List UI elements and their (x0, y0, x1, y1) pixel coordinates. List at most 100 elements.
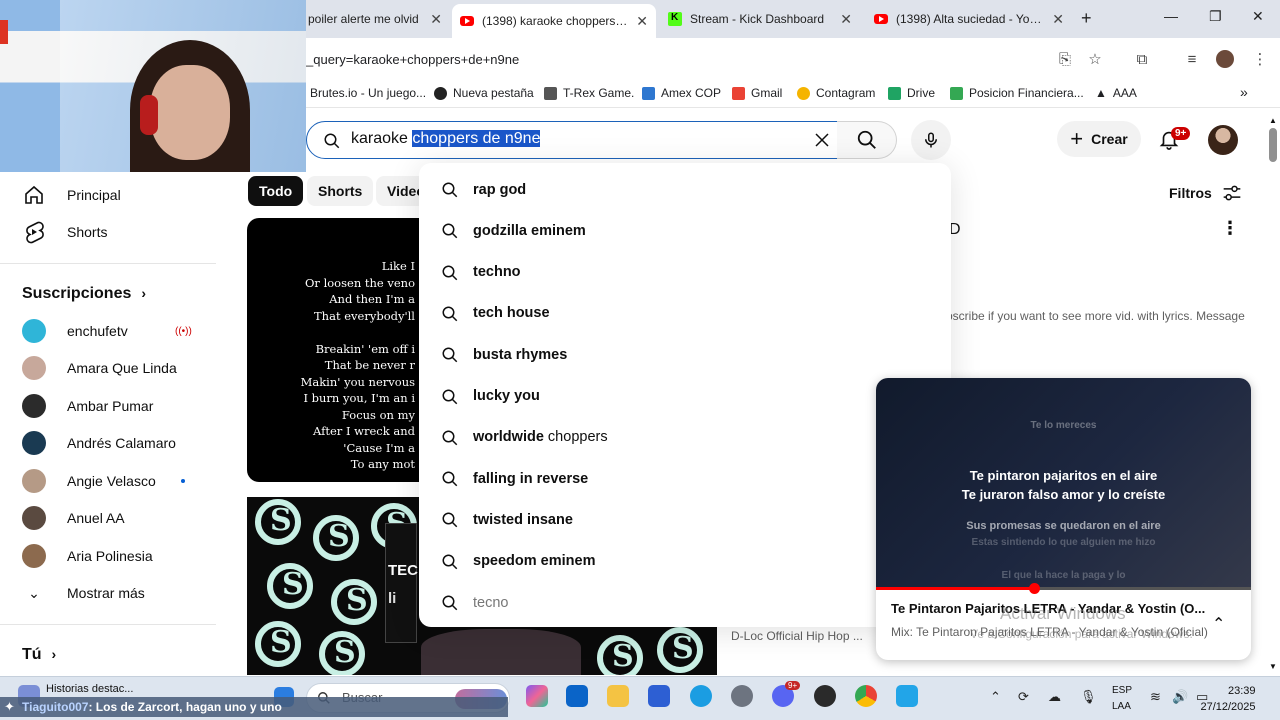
bookmark-item[interactable]: ▲ AAA (1095, 86, 1137, 100)
wifi-icon[interactable]: ≋ (1150, 689, 1161, 705)
sidebar-subscription[interactable]: enchufetv ((•)) (0, 313, 216, 349)
browser-tab-2[interactable]: (1398) karaoke choppers de ✕ (452, 4, 656, 38)
search-suggestion[interactable]: busta rhymes (419, 334, 951, 375)
you-heading[interactable]: Tú › (22, 646, 56, 664)
store-icon[interactable] (648, 685, 670, 707)
bookmark-item[interactable]: Contagram (797, 86, 875, 100)
extensions-icon[interactable]: ⧉ (1133, 50, 1151, 68)
scrollbar-thumb[interactable] (1269, 128, 1277, 162)
sidebar-subscription[interactable]: Angie Velasco (0, 463, 216, 499)
suggestion-light: tecno (473, 594, 509, 611)
clear-search-icon[interactable] (813, 131, 831, 149)
search-suggestion[interactable]: godzilla eminem (419, 210, 951, 251)
close-icon[interactable]: ✕ (840, 11, 852, 28)
url-field[interactable]: _query=karaoke+choppers+de+n9ne (306, 52, 519, 67)
channel-name-fragment[interactable]: D-Loc Official Hip Hop ... (731, 629, 863, 643)
sidebar-item-home[interactable]: Principal (0, 177, 216, 213)
sidebar-subscription[interactable]: Ambar Pumar (0, 388, 216, 424)
bookmark-item[interactable]: Gmail (732, 86, 782, 100)
edge-icon[interactable] (690, 685, 712, 707)
bookmark-star-icon[interactable]: ☆ (1086, 50, 1104, 68)
close-icon[interactable]: ✕ (636, 13, 648, 30)
language-indicator[interactable]: ESP LAA (1112, 683, 1132, 715)
more-actions-icon[interactable]: ⋮ (1221, 218, 1239, 239)
bookmark-item[interactable]: Nueva pestaña (434, 86, 534, 100)
sidebar-subscription[interactable]: Anuel AA (0, 500, 216, 536)
bookmark-item[interactable]: Amex COP (642, 86, 721, 100)
chip-video[interactable]: Video (376, 176, 420, 206)
windows-activation-watermark: Ve a Configuración para activar Windows. (970, 627, 1193, 641)
search-suggestion[interactable]: techno (419, 252, 951, 293)
profile-avatar[interactable] (1216, 50, 1234, 68)
system-clock[interactable]: 23:39 27/12/2025 (1200, 683, 1255, 715)
tray-overflow-icon[interactable]: ⌃ (990, 689, 1001, 705)
new-tab-button[interactable]: + (1081, 8, 1092, 29)
copilot-icon[interactable] (526, 685, 548, 707)
browser-tab-4[interactable]: (1398) Alta suciedad - YouTu ✕ (866, 4, 1072, 34)
voice-search-button[interactable] (911, 120, 951, 160)
search-suggestion[interactable]: tecno (419, 582, 951, 623)
chip-shorts[interactable]: Shorts (307, 176, 374, 206)
close-icon[interactable]: ✕ (430, 11, 442, 28)
bookmark-item[interactable]: Brutes.io - Un juego... (310, 86, 426, 100)
sidebar-show-more[interactable]: ⌄ Mostrar más (0, 575, 216, 611)
file-explorer-icon[interactable] (607, 685, 629, 707)
search-suggestion[interactable]: rap god (419, 169, 951, 210)
video-thumbnail[interactable]: Like I Or loosen the veno And then I'm a Th… (247, 218, 419, 482)
browser-menu-icon[interactable]: ⋮ (1251, 50, 1269, 68)
sidebar-item-shorts[interactable]: Shorts (0, 214, 216, 250)
filters-button[interactable]: Filtros (1169, 184, 1242, 202)
close-icon[interactable]: ✕ (1052, 11, 1064, 28)
search-suggestion[interactable]: tech house (419, 293, 951, 334)
minimize-icon[interactable]: — (1164, 8, 1178, 24)
microphone-icon[interactable]: 🎙 (1080, 689, 1097, 705)
logo-pattern (255, 499, 301, 545)
chrome-icon[interactable] (855, 685, 877, 707)
expand-up-icon[interactable]: ⌃ (1212, 614, 1225, 634)
obs-icon[interactable] (814, 685, 836, 707)
logo-pattern (313, 515, 359, 561)
progress-knob[interactable] (1028, 583, 1040, 594)
miniplayer-progress-bar[interactable] (876, 583, 1251, 594)
bookmark-item[interactable]: T-Rex Game. (544, 86, 634, 100)
sidebar-divider (0, 624, 216, 625)
search-suggestion[interactable]: speedom eminem (419, 541, 951, 582)
search-button[interactable] (837, 121, 897, 159)
search-suggestion[interactable]: twisted insane (419, 499, 951, 540)
sync-icon[interactable]: ⟳ (1018, 689, 1029, 705)
account-avatar[interactable] (1208, 125, 1238, 155)
search-suggestion[interactable]: lucky you (419, 376, 951, 417)
app-f-icon[interactable] (896, 685, 918, 707)
bookmark-item[interactable]: Posicion Financiera... (950, 86, 1084, 100)
browser-tab-3[interactable]: Stream - Kick Dashboard ✕ (660, 4, 860, 34)
window-close-icon[interactable]: ✕ (1252, 8, 1264, 25)
sidebar-subscription[interactable]: Andrés Calamaro (0, 425, 216, 461)
create-button[interactable]: + Crear (1057, 121, 1141, 157)
scroll-down-icon[interactable]: ▼ (1269, 662, 1277, 671)
subscriptions-heading[interactable]: Suscripciones › (22, 285, 146, 303)
miniplayer-video[interactable]: Te lo mereces Te pintaron pajaritos en e… (876, 378, 1251, 589)
restore-icon[interactable]: ❐ (1209, 8, 1222, 25)
scroll-up-icon[interactable]: ▲ (1269, 116, 1277, 125)
page-scrollbar[interactable]: ▲ ▼ (1266, 114, 1280, 676)
settings-gear-icon[interactable] (731, 685, 753, 707)
search-suggestion[interactable]: falling in reverse (419, 458, 951, 499)
bookmark-label: Nueva pestaña (453, 86, 534, 100)
sidebar-subscription[interactable]: Amara Que Linda (0, 350, 216, 386)
sidebar-item-label: Principal (67, 187, 121, 203)
install-app-icon[interactable]: ⎘ (1056, 50, 1074, 68)
logo-pattern (319, 631, 365, 675)
outlook-icon[interactable] (566, 685, 588, 707)
more-bookmarks-button[interactable]: » (1240, 84, 1248, 100)
search-suggestion[interactable]: worldwide choppers (419, 417, 951, 458)
volume-icon[interactable]: 🔊 (1172, 689, 1188, 705)
sidebar-subscription[interactable]: Aria Polinesia (0, 538, 216, 574)
bookmark-item[interactable]: Drive (888, 86, 935, 100)
news-widget-label[interactable]: Historias destac... (46, 683, 133, 695)
cloud-icon[interactable]: ☁ (1048, 689, 1061, 705)
search-query: karaoke choppers de n9ne (351, 130, 541, 148)
media-control-icon[interactable]: ≡ (1183, 50, 1201, 68)
chip-all[interactable]: Todo (248, 176, 304, 206)
search-icon (442, 306, 458, 322)
browser-tab-1[interactable]: poiler alerte me olvid ✕ (300, 4, 450, 34)
